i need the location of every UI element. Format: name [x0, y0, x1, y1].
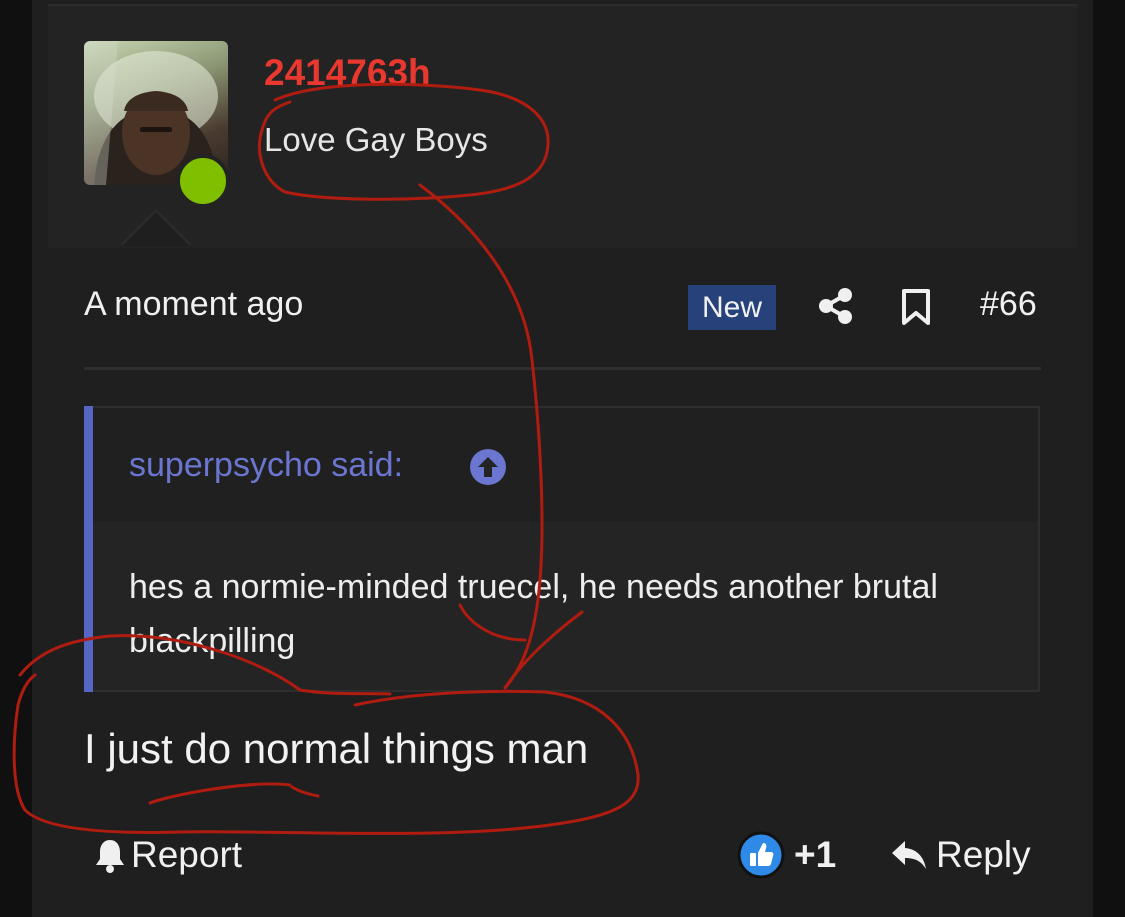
quote-text: hes a normie-minded truecel, he needs an…	[129, 568, 938, 660]
user-title: Love Gay Boys	[264, 121, 488, 158]
username[interactable]: 2414763h	[264, 52, 431, 94]
reaction-count[interactable]: +1	[794, 834, 836, 876]
quote-accent-bar	[84, 406, 93, 692]
quote-author[interactable]: superpsycho said:	[129, 446, 403, 485]
post-body-text: I just do normal things man	[84, 725, 589, 772]
header-pointer	[122, 212, 190, 246]
report-button[interactable]: Report	[93, 834, 242, 876]
reply-arrow-icon	[892, 841, 926, 869]
online-status-indicator	[176, 154, 230, 208]
thumbs-up-icon[interactable]	[737, 831, 785, 884]
reply-label: Reply	[936, 834, 1031, 875]
arrow-up-circle-icon[interactable]	[469, 448, 507, 491]
post-timestamp[interactable]: A moment ago	[84, 285, 303, 324]
bell-icon	[96, 840, 124, 873]
post-permalink-number[interactable]: #66	[980, 285, 1037, 324]
share-icon[interactable]	[818, 287, 854, 330]
new-badge: New	[688, 285, 776, 330]
bookmark-icon[interactable]	[901, 288, 931, 331]
reply-button[interactable]: Reply	[890, 834, 1031, 876]
meta-divider	[84, 367, 1041, 370]
report-label: Report	[131, 834, 243, 875]
